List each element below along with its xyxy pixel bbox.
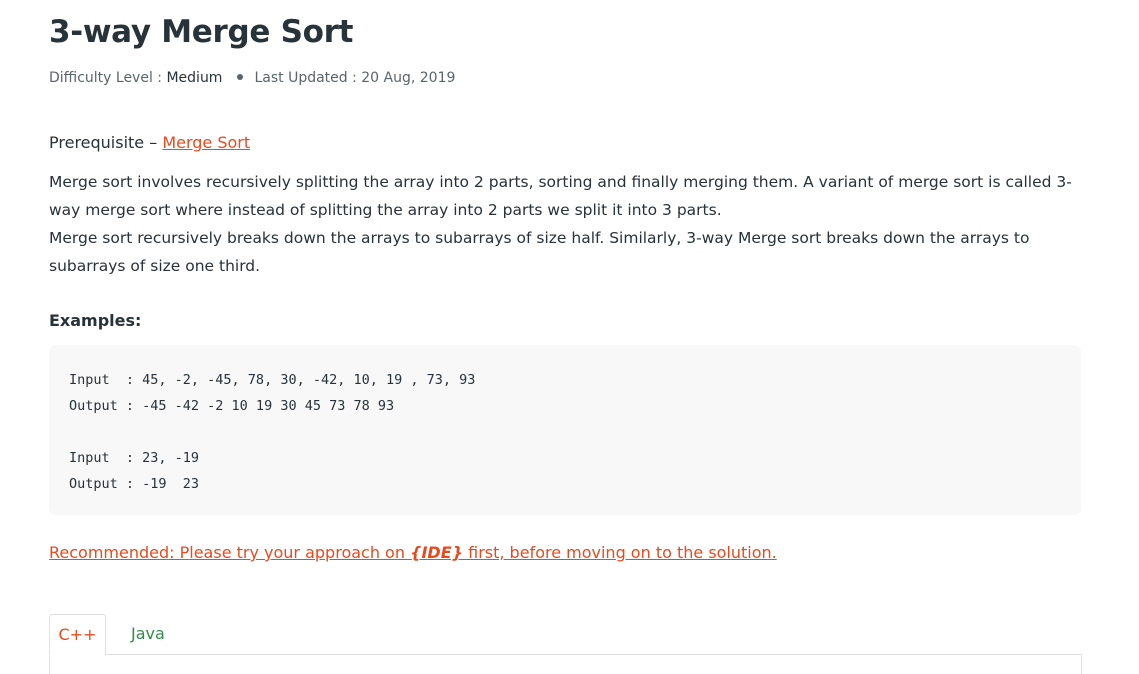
examples-heading: Examples: (49, 311, 142, 330)
recommended-link[interactable]: Recommended: Please try your approach on… (49, 543, 777, 562)
article-meta: Difficulty Level : Medium Last Updated : … (49, 70, 455, 86)
page-title: 3-way Merge Sort (49, 14, 354, 50)
merge-sort-link[interactable]: Merge Sort (162, 133, 250, 152)
difficulty-value[interactable]: Medium (166, 70, 222, 86)
ide-link-text: {IDE} (410, 543, 464, 562)
difficulty-label: Difficulty Level : (49, 70, 167, 86)
examples-code: Input : 45, -2, -45, 78, 30, -42, 10, 19… (69, 372, 476, 492)
recommended-prefix: Recommended: Please try your approach on (49, 543, 411, 562)
paragraph: Merge sort involves recursively splittin… (49, 173, 1072, 219)
paragraph: Merge sort recursively breaks down the a… (49, 229, 1030, 275)
tab-content-panel (49, 654, 1082, 674)
tab-cpp[interactable]: C++ (49, 614, 106, 656)
prerequisite-line: Prerequisite – Merge Sort (49, 133, 250, 152)
separator-dot-icon (237, 74, 244, 80)
prerequisite-label: Prerequisite – (49, 133, 163, 152)
examples-code-block: Input : 45, -2, -45, 78, 30, -42, 10, 19… (49, 345, 1081, 515)
recommended-suffix: first, before moving on to the solution. (463, 543, 777, 562)
last-updated: Last Updated : 20 Aug, 2019 (254, 70, 456, 86)
code-language-tabs: C++ Java (49, 614, 1082, 674)
article-body: Merge sort involves recursively splittin… (49, 168, 1089, 280)
tab-java[interactable]: Java (131, 614, 165, 654)
recommended-banner: Recommended: Please try your approach on… (49, 543, 777, 562)
